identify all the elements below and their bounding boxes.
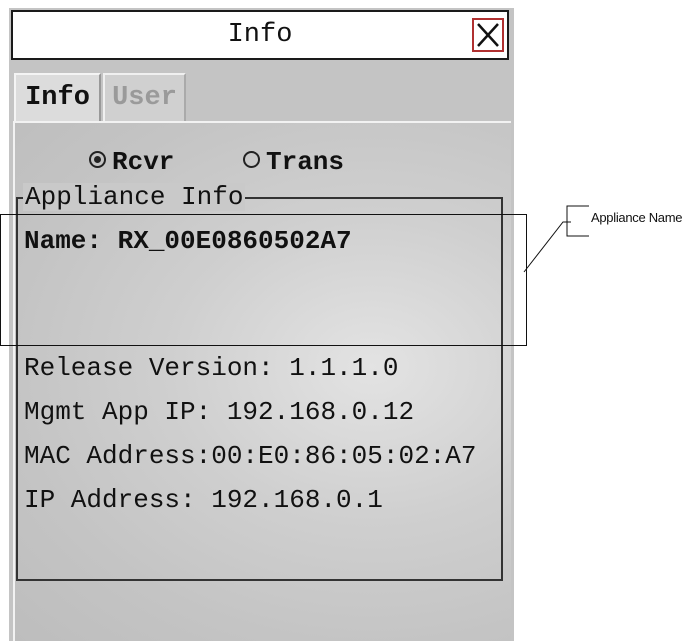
callout-label: Appliance Name: [591, 210, 683, 225]
callout-leader-line: [523, 205, 589, 273]
